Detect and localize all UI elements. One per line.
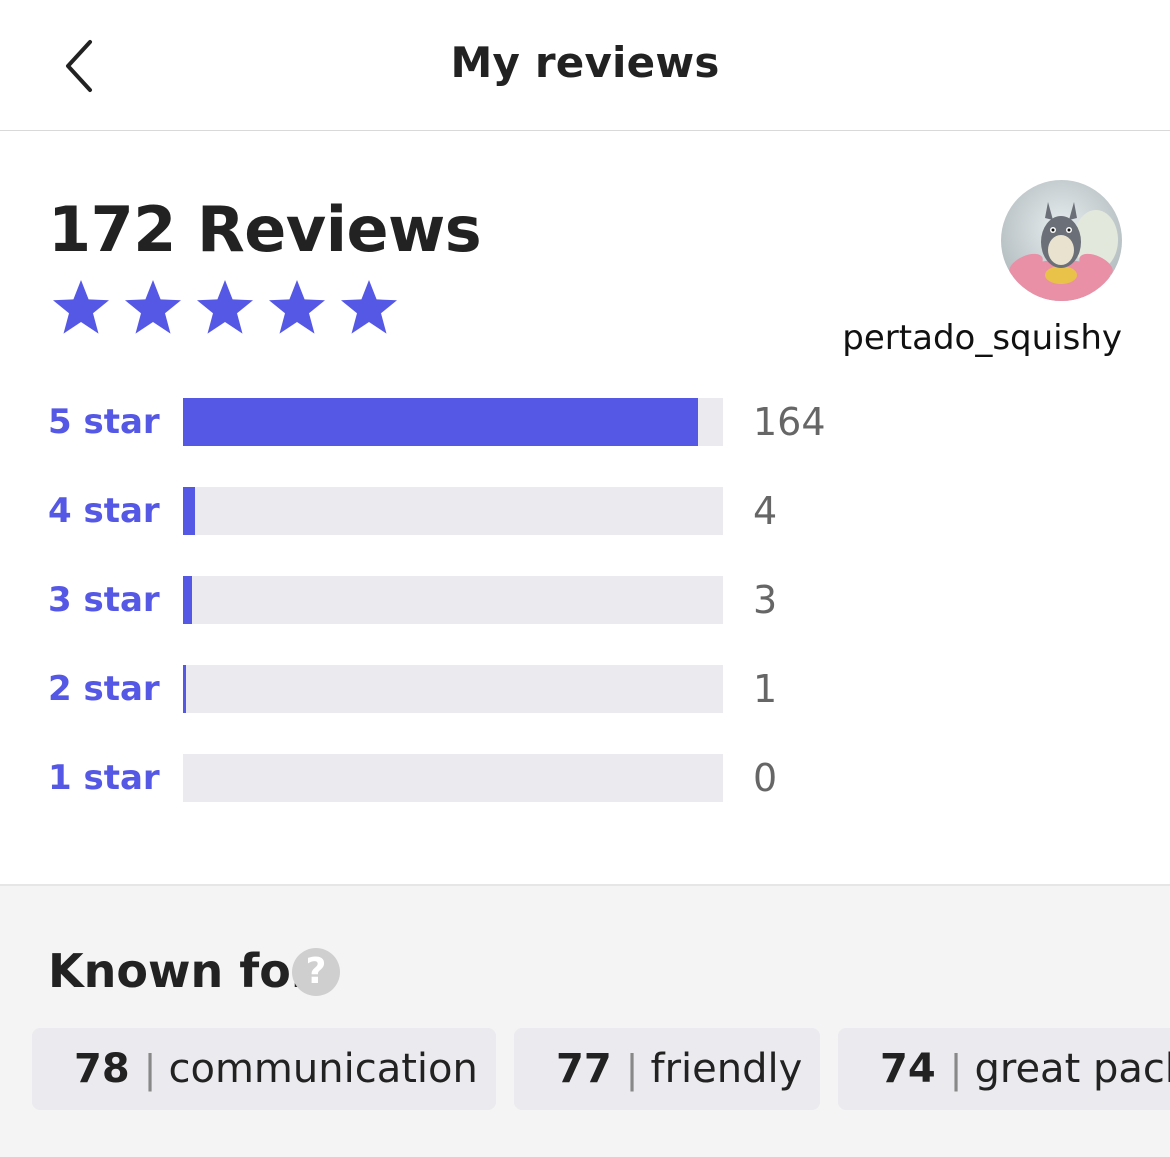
rating-count: 164 — [753, 400, 826, 444]
rating-row-4: 4 star 4 — [48, 487, 848, 535]
rating-bar-fill — [183, 487, 195, 535]
known-for-tag[interactable]: 77 | friendly — [514, 1028, 820, 1110]
tag-label: friendly — [650, 1046, 803, 1092]
page-title: My reviews — [450, 38, 720, 87]
rating-bar-track — [183, 576, 723, 624]
rating-row-1: 1 star 0 — [48, 754, 848, 802]
rating-row-5: 5 star 164 — [48, 398, 848, 446]
rating-count: 0 — [753, 756, 778, 800]
rating-label: 1 star — [48, 758, 160, 798]
star-icon — [50, 278, 112, 338]
avatar[interactable] — [1001, 180, 1122, 301]
rating-bar-track — [183, 665, 723, 713]
rating-bar-track — [183, 398, 723, 446]
rating-count: 1 — [753, 667, 778, 711]
rating-stars — [50, 278, 400, 338]
reviews-count: 172 Reviews — [48, 193, 482, 266]
rating-label: 4 star — [48, 491, 160, 531]
known-for-title: Known for — [48, 944, 314, 998]
rating-count: 3 — [753, 578, 778, 622]
rating-row-2: 2 star 1 — [48, 665, 848, 713]
tag-divider: | — [143, 1047, 157, 1091]
star-icon — [338, 278, 400, 338]
known-for-section: Known for ? 78 | communication 77 | frie… — [0, 884, 1170, 1157]
star-icon — [194, 278, 256, 338]
tag-count: 78 — [74, 1046, 130, 1092]
rating-bar-track — [183, 487, 723, 535]
known-for-tags: 78 | communication 77 | friendly 74 | gr… — [32, 1028, 1170, 1110]
rating-label: 5 star — [48, 402, 160, 442]
rating-bar-track — [183, 754, 723, 802]
rating-bar-fill — [183, 665, 186, 713]
app-header: My reviews — [0, 0, 1170, 131]
rating-label: 2 star — [48, 669, 160, 709]
tag-divider: | — [625, 1047, 639, 1091]
username[interactable]: pertado_squishy — [842, 318, 1122, 358]
tag-label: communication — [168, 1046, 478, 1092]
known-for-tag[interactable]: 74 | great pack — [838, 1028, 1170, 1110]
known-for-tag[interactable]: 78 | communication — [32, 1028, 496, 1110]
tag-count: 74 — [880, 1046, 936, 1092]
tag-label: great pack — [974, 1046, 1170, 1092]
star-icon — [122, 278, 184, 338]
rating-label: 3 star — [48, 580, 160, 620]
rating-bar-fill — [183, 398, 698, 446]
rating-row-3: 3 star 3 — [48, 576, 848, 624]
rating-bar-fill — [183, 576, 192, 624]
question-circle-icon[interactable]: ? — [292, 948, 340, 996]
star-icon — [266, 278, 328, 338]
tag-count: 77 — [556, 1046, 612, 1092]
rating-count: 4 — [753, 489, 778, 533]
tag-divider: | — [949, 1047, 963, 1091]
